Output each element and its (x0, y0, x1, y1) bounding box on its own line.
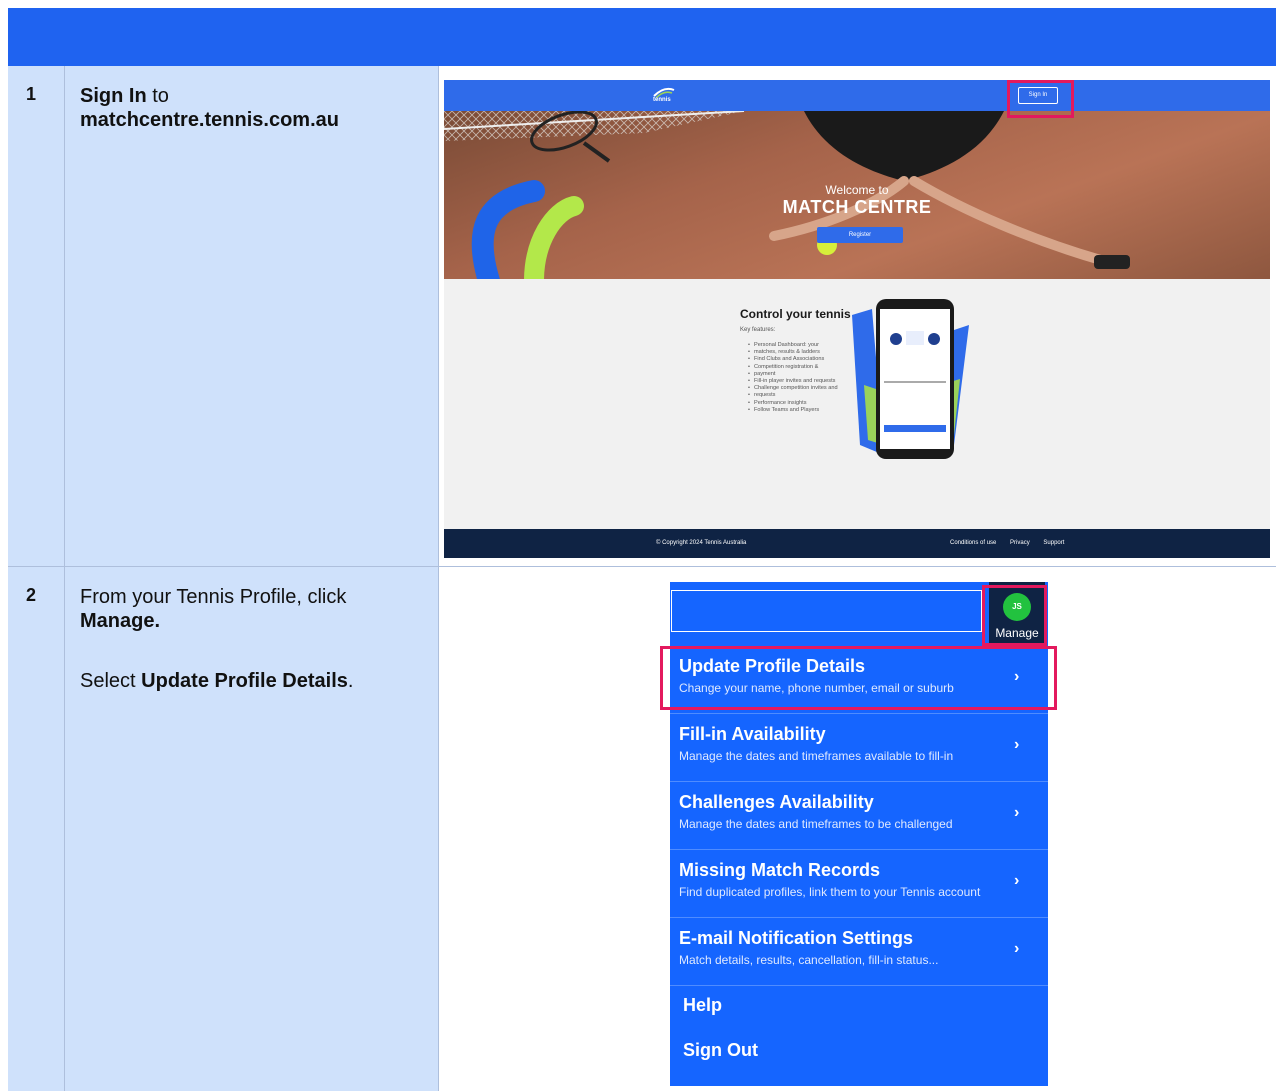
step-number: 2 (26, 585, 37, 605)
logo-text: tennis (653, 97, 671, 103)
manage-highlight (982, 585, 1047, 646)
hero-title: MATCH CENTRE (782, 197, 932, 217)
menu-item-missing-match-records[interactable]: Missing Match Records Find duplicated pr… (670, 850, 1048, 918)
step-bold-text: Update Profile Details (141, 670, 348, 692)
footer-link-conditions[interactable]: Conditions of use (950, 540, 996, 546)
table-header-band (8, 8, 1276, 66)
list-item: Personal Dashboard: your (748, 342, 838, 349)
list-item: Challenge competition invites and (748, 385, 838, 392)
menu-item-subtitle: Find duplicated profiles, link them to y… (679, 885, 981, 899)
list-item: Fill-in player invites and requests (748, 378, 838, 385)
chevron-right-icon: › (1014, 872, 1020, 889)
menu-item-challenges-availability[interactable]: Challenges Availability Manage the dates… (670, 782, 1048, 850)
list-item: Performance insights (748, 400, 838, 407)
menu-item-title: Challenges Availability (679, 792, 874, 812)
list-item: payment (748, 371, 838, 378)
footer-links: Conditions of use Privacy Support (950, 540, 1076, 546)
sign-in-highlight (1007, 80, 1074, 118)
features-list: Personal Dashboard: your matches, result… (748, 342, 838, 414)
match-centre-screenshot: tennis Sign In Welcome to MATCH CENTRE R… (444, 80, 1270, 558)
step-text: . (347, 670, 354, 692)
step-bold-text: Sign In (80, 85, 147, 107)
step-text-cell: From your Tennis Profile, click Manage. … (65, 567, 439, 1091)
menu-item-help[interactable]: Help (683, 995, 722, 1016)
menu-item-sign-out[interactable]: Sign Out (683, 1040, 758, 1061)
update-profile-highlight (660, 646, 1057, 710)
footer-copyright: © Copyright 2024 Tennis Australia (656, 540, 747, 546)
step-number-cell: 1 (8, 66, 65, 567)
menu-item-email-notifications[interactable]: E-mail Notification Settings Match detai… (670, 918, 1048, 986)
hero-welcome-text: Welcome to (825, 183, 889, 197)
menu-item-title: Fill-in Availability (679, 724, 826, 744)
step-text: From your Tennis Profile, click (80, 586, 347, 608)
list-item: requests (748, 392, 838, 399)
chevron-right-icon: › (1014, 940, 1020, 957)
site-url: matchcentre.tennis.com.au (80, 109, 339, 131)
phone-mockup-image (852, 299, 969, 459)
list-item: Follow Teams and Players (748, 407, 838, 414)
register-button[interactable]: Register (817, 227, 903, 243)
step-instruction: From your Tennis Profile, click Manage. … (80, 585, 430, 693)
menu-item-fill-in-availability[interactable]: Fill-in Availability Manage the dates an… (670, 714, 1048, 782)
menu-item-subtitle: Manage the dates and timeframes to be ch… (679, 817, 953, 831)
site-navbar: tennis Sign In (444, 80, 1270, 111)
list-item: matches, results & ladders (748, 349, 838, 356)
search-input[interactable] (671, 590, 982, 632)
list-item: Find Clubs and Associations (748, 356, 838, 363)
menu-item-title: Missing Match Records (679, 860, 881, 880)
menu-item-title: E-mail Notification Settings (679, 928, 914, 948)
menu-item-subtitle: Manage the dates and timeframes availabl… (679, 749, 954, 763)
footer-link-support[interactable]: Support (1043, 540, 1064, 546)
footer-link-privacy[interactable]: Privacy (1010, 540, 1030, 546)
step-instruction: Sign In to matchcentre.tennis.com.au (80, 84, 430, 132)
table-row: 2 From your Tennis Profile, click Manage… (8, 567, 1276, 1091)
chevron-right-icon: › (1014, 736, 1020, 753)
step-number-cell: 2 (8, 567, 65, 1091)
step-instruction-2: Select Update Profile Details. (80, 669, 430, 693)
features-section: Control your tennis Key features: Person… (444, 279, 1270, 529)
list-item: Competition registration & (748, 364, 838, 371)
features-title: Control your tennis (740, 307, 851, 321)
step-bold-text: Manage. (80, 610, 161, 632)
step-text: to (146, 85, 169, 107)
tennis-logo-icon (652, 86, 676, 106)
key-features-label: Key features: (740, 327, 776, 333)
chevron-right-icon: › (1014, 804, 1020, 821)
step-number: 1 (26, 84, 37, 104)
step-text: Select (80, 670, 142, 692)
site-footer: © Copyright 2024 Tennis Australia Condit… (444, 529, 1270, 558)
menu-item-subtitle: Match details, results, cancellation, fi… (679, 953, 939, 967)
hero-banner: Welcome to MATCH CENTRE Register (444, 111, 1270, 279)
step-text-cell: Sign In to matchcentre.tennis.com.au (65, 66, 439, 567)
